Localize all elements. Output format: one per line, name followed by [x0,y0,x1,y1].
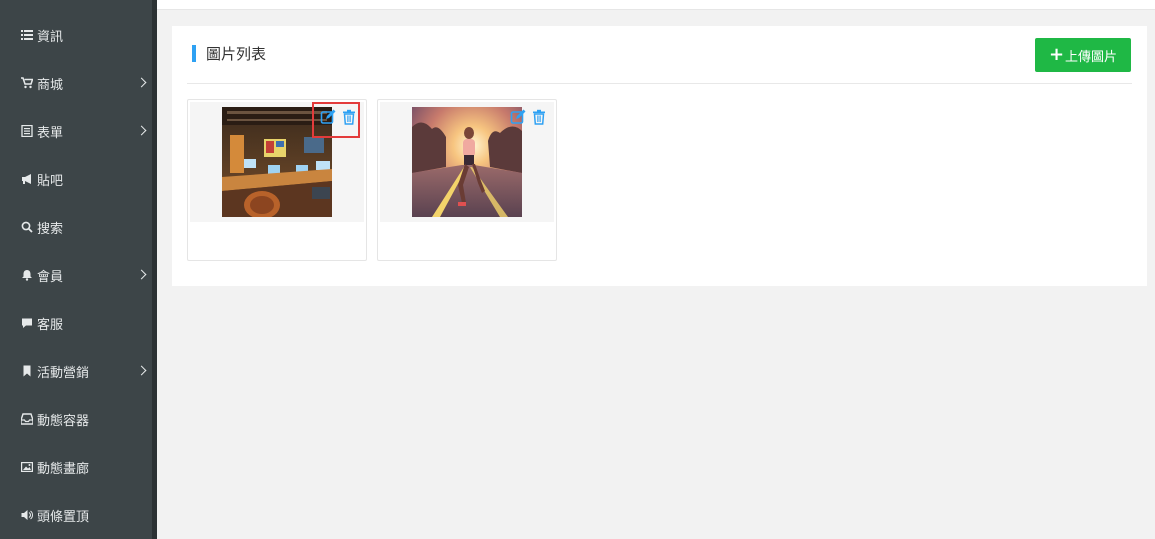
inbox-icon [21,413,33,425]
cart-icon [21,77,33,89]
top-bar [157,0,1155,10]
page-title: 圖片列表 [206,45,267,63]
image-list-panel: 圖片列表 + 上傳圖片 [172,26,1147,286]
bookmark-icon [21,365,33,377]
form-icon [21,125,33,137]
sidebar-item-label: 頭條置頂 [37,509,90,525]
sidebar-item-label: 資訊 [37,29,64,45]
comment-icon [21,317,33,329]
sidebar-item-label: 搜索 [37,221,64,237]
sidebar-item-label: 動態畫廊 [37,461,90,477]
picture-icon [21,461,33,473]
trash-icon[interactable] [531,109,547,125]
sidebar-item-label: 動態容器 [37,413,90,429]
image-actions [505,106,547,128]
sidebar-item-label: 表單 [37,125,64,141]
sidebar-item-search[interactable]: 搜索 [0,203,152,251]
sidebar-item-member[interactable]: 會員 [0,251,152,299]
sidebar-item-marketing[interactable]: 活動營銷 [0,347,152,395]
plus-icon: + [1048,44,1065,65]
sidebar-item-label: 貼吧 [37,173,64,189]
search-icon [21,221,33,233]
chevron-right-icon [136,365,147,376]
megaphone-icon [21,173,33,185]
sidebar-item-form[interactable]: 表單 [0,107,152,155]
sidebar-item-service[interactable]: 客服 [0,299,152,347]
divider [187,83,1132,84]
list-icon [21,29,33,41]
chevron-right-icon [136,125,147,136]
title-accent-bar [192,45,196,62]
sidebar-item-info[interactable]: 資訊 [0,11,152,59]
sidebar-item-shop[interactable]: 商城 [0,59,152,107]
upload-button-label: 上傳圖片 [1065,49,1118,65]
upload-image-button[interactable]: + 上傳圖片 [1035,38,1131,72]
sidebar-item-headline[interactable]: 頭條置頂 [0,491,152,539]
sidebar-item-label: 活動營銷 [37,365,90,381]
edit-icon[interactable] [510,109,526,125]
image-card [377,99,557,261]
sidebar-item-container[interactable]: 動態容器 [0,395,152,443]
chevron-right-icon [136,77,147,88]
chevron-right-icon [136,269,147,280]
bell-icon [21,269,33,281]
speaker-icon [21,509,33,521]
sidebar-item-gallery[interactable]: 動態畫廊 [0,443,152,491]
highlight-box [312,102,360,138]
sidebar-item-forum[interactable]: 貼吧 [0,155,152,203]
sidebar-item-label: 商城 [37,77,64,93]
sidebar-item-label: 客服 [37,317,64,333]
sidebar-item-label: 會員 [37,269,64,285]
sidebar: 資訊 商城 表單 貼吧 搜索 會員 客服 活動營銷 動態容器 動態畫廊 頭條置頂 [0,0,157,539]
